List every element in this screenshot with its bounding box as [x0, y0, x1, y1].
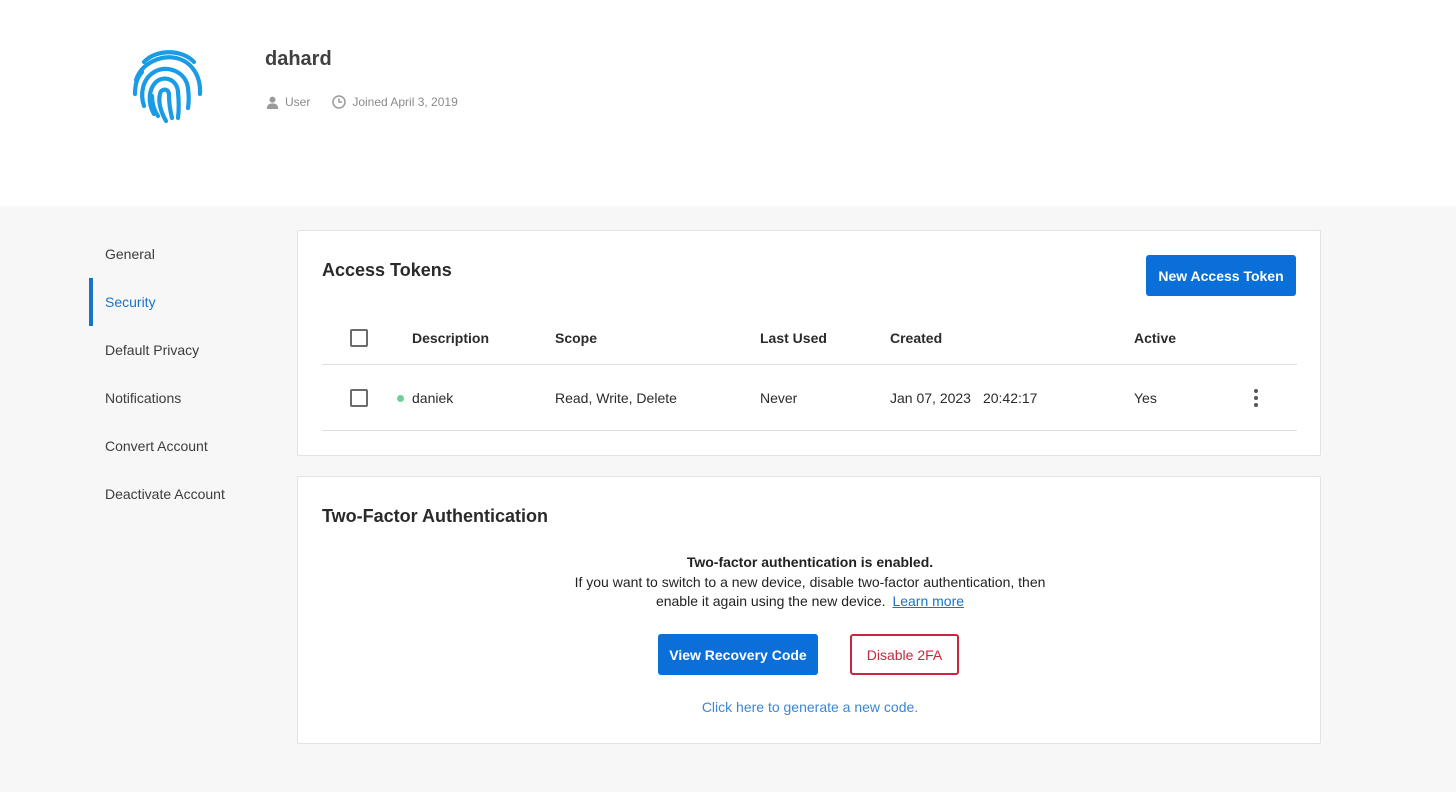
row-select-cell [350, 366, 368, 430]
token-created-cell: Jan 07, 2023 20:42:17 [890, 366, 1037, 430]
token-last-used: Never [760, 390, 798, 406]
status-dot [397, 394, 404, 402]
token-created-date: Jan 07, 2023 [890, 390, 971, 406]
username: dahard [265, 48, 332, 70]
select-all-checkbox[interactable] [350, 328, 368, 347]
two-factor-message: Two-factor authentication is enabled. If… [298, 553, 1322, 612]
token-active: Yes [1134, 390, 1157, 406]
column-header-description[interactable]: Description [412, 311, 489, 364]
joined-date: Joined April 3, 2019 [332, 95, 458, 109]
column-header-scope[interactable]: Scope [555, 311, 597, 364]
sidebar-item-label: Notifications [105, 390, 182, 406]
sidebar-item-label: Default Privacy [105, 342, 200, 358]
joined-label: Joined April 3, 2019 [352, 95, 458, 109]
row-checkbox[interactable] [350, 389, 368, 407]
token-description-cell: daniek [397, 366, 453, 430]
two-factor-title: Two-Factor Authentication [322, 506, 548, 526]
sidebar-item-general[interactable]: General [89, 230, 279, 278]
disable-2fa-button[interactable]: Disable 2FA [850, 634, 959, 675]
column-header-last-used[interactable]: Last Used [760, 311, 827, 364]
two-factor-status: Two-factor authentication is enabled. [686, 554, 934, 570]
token-scope: Read, Write, Delete [555, 390, 677, 406]
tokens-table-header: Description Scope Last Used Created Acti… [322, 311, 1297, 365]
settings-content: General Security Default Privacy Notific… [0, 206, 1456, 792]
fingerprint-icon [128, 46, 210, 126]
sidebar-item-notifications[interactable]: Notifications [89, 374, 279, 422]
role-label: User [285, 95, 311, 109]
table-row: daniek Read, Write, Delete Never Jan 07,… [322, 366, 1297, 431]
sidebar-item-security[interactable]: Security [89, 278, 279, 326]
sidebar-item-default-privacy[interactable]: Default Privacy [89, 326, 279, 374]
column-header-created[interactable]: Created [890, 311, 942, 364]
user-icon [266, 96, 279, 109]
new-access-token-button[interactable]: New Access Token [1146, 255, 1296, 296]
two-factor-instructions-line1: If you want to switch to a new device, d… [574, 573, 1046, 590]
sidebar-item-deactivate-account[interactable]: Deactivate Account [89, 470, 279, 518]
two-factor-instructions-line2: enable it again using the new device. [655, 593, 886, 609]
role-badge: User [266, 95, 310, 109]
generate-new-code-link[interactable]: Click here to generate a new code. [298, 699, 1322, 715]
clock-icon [332, 95, 347, 109]
sidebar-item-label: Security [105, 294, 156, 310]
more-options-icon[interactable] [1246, 366, 1266, 430]
sidebar-item-label: Convert Account [105, 438, 208, 454]
access-tokens-card: Access Tokens New Access Token Descripti… [297, 230, 1321, 456]
profile-meta: User Joined April 3, 2019 [266, 95, 480, 109]
sidebar-item-label: Deactivate Account [105, 486, 225, 502]
sidebar-item-label: General [105, 246, 155, 262]
access-tokens-title: Access Tokens [322, 260, 452, 280]
profile-header: dahard User Joined April 3, 2019 [0, 0, 1456, 206]
two-factor-instructions-line2-wrap: enable it again using the new device. Le… [298, 592, 1322, 612]
sidebar-item-convert-account[interactable]: Convert Account [89, 422, 279, 470]
learn-more-link[interactable]: Learn more [892, 593, 964, 609]
column-header-active[interactable]: Active [1134, 311, 1176, 364]
two-factor-card: Two-Factor Authentication Two-factor aut… [297, 476, 1321, 744]
token-description: daniek [412, 390, 454, 406]
view-recovery-code-button[interactable]: View Recovery Code [658, 634, 818, 675]
token-created-time: 20:42:17 [982, 390, 1038, 406]
settings-sidebar: General Security Default Privacy Notific… [89, 230, 279, 518]
select-all-cell [350, 311, 368, 364]
